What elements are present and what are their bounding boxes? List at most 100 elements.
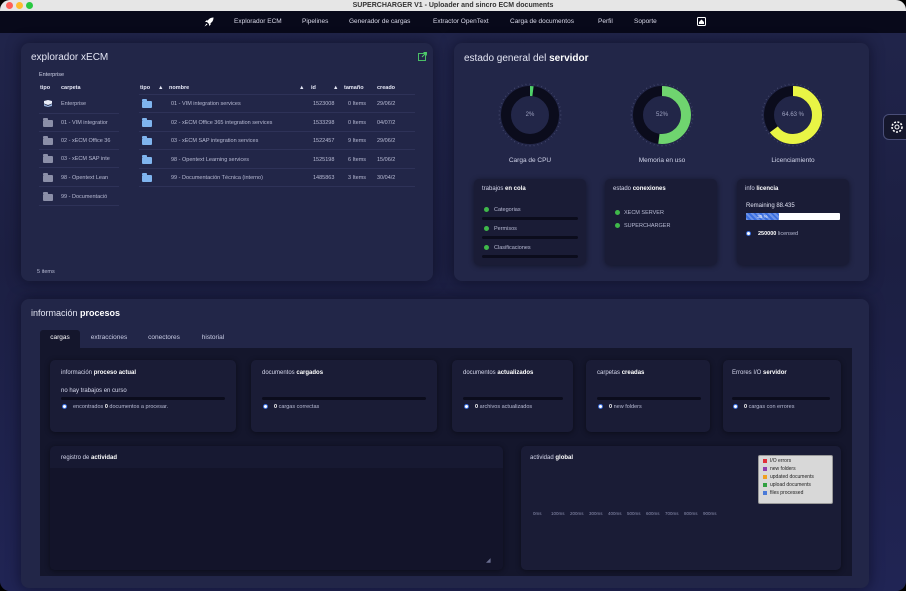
legend-files-processed[interactable]: files processed bbox=[770, 490, 803, 496]
divider bbox=[139, 112, 415, 113]
connections-title: estado conexiones bbox=[613, 186, 666, 192]
status-dot bbox=[615, 210, 620, 215]
chart-legend: I/O errors new folders updated documents… bbox=[758, 455, 833, 504]
nav-carga-de-documentos[interactable]: Carga de documentos bbox=[510, 11, 574, 33]
gauge-tick bbox=[820, 126, 823, 128]
server-status-panel: estado general del servidor 2% Carga de … bbox=[454, 43, 869, 281]
row-id: 1485863 bbox=[313, 175, 335, 181]
legend-swatch-files-processed bbox=[763, 491, 767, 495]
gauge-tick bbox=[780, 142, 782, 145]
gauge-tick bbox=[517, 142, 519, 145]
processes-title-prefix: información bbox=[31, 308, 81, 318]
radio-icon bbox=[62, 404, 67, 409]
gauge-tick bbox=[763, 126, 766, 128]
gauge-tick bbox=[673, 85, 675, 88]
sort-up-icon[interactable]: ▲ bbox=[299, 85, 304, 91]
server-errors-title-prefix: Errores I/O bbox=[732, 370, 764, 376]
nav-soporte[interactable]: Soporte bbox=[634, 11, 657, 33]
gauge-tick bbox=[544, 140, 546, 143]
connections-title-bold: conexiones bbox=[632, 186, 666, 192]
sort-up-icon[interactable]: ▲ bbox=[158, 85, 163, 91]
folder-icon bbox=[43, 154, 53, 163]
gauge-tick bbox=[807, 140, 809, 143]
row-id: 1522457 bbox=[313, 138, 335, 144]
home-icon[interactable] bbox=[696, 16, 707, 27]
divider bbox=[139, 168, 415, 169]
row-nombre: 98 - Opentext Learning services bbox=[171, 157, 249, 163]
tab-conectores[interactable]: conectores bbox=[140, 330, 188, 346]
settings-button[interactable] bbox=[883, 114, 906, 140]
gauge-tick bbox=[680, 89, 682, 92]
nav-explorador-ecm[interactable]: Explorador ECM bbox=[234, 11, 282, 33]
connections-title-prefix: estado bbox=[613, 186, 633, 192]
gauge-tick bbox=[551, 92, 553, 94]
gauge-tick bbox=[680, 138, 682, 141]
tree-item-01[interactable]: 01 - VIM integratior bbox=[61, 120, 119, 126]
tab-cargas[interactable]: cargas bbox=[40, 330, 80, 348]
global-activity-title: actividad global bbox=[530, 455, 573, 461]
legend-io-errors[interactable]: I/O errors bbox=[770, 458, 791, 464]
gauge-tick bbox=[676, 87, 678, 90]
gauge-tick bbox=[683, 136, 685, 138]
tree-item-02[interactable]: 02 - xECM Office 36 bbox=[61, 138, 119, 144]
table-header-creado[interactable]: creado bbox=[377, 85, 395, 91]
radio-icon bbox=[263, 404, 268, 409]
divider bbox=[139, 149, 415, 150]
nav-generador-de-cargas[interactable]: Generador de cargas bbox=[349, 11, 410, 33]
gauge-tick bbox=[804, 85, 806, 88]
tab-extracciones[interactable]: extracciones bbox=[85, 330, 133, 346]
updated-label: archivos actualizados bbox=[479, 404, 533, 410]
rocket-icon[interactable] bbox=[203, 16, 215, 28]
legend-upload-documents[interactable]: upload documents bbox=[770, 482, 811, 488]
breadcrumb[interactable]: Enterprise bbox=[39, 72, 64, 78]
table-header-tipo[interactable]: tipo bbox=[140, 85, 150, 91]
created-folders-title-bold: creadas bbox=[621, 370, 645, 376]
legend-updated-documents[interactable]: updated documents bbox=[770, 474, 814, 480]
x-tick-label: 100ms bbox=[551, 511, 565, 516]
activity-log-textarea[interactable] bbox=[50, 468, 503, 570]
tree-item-98[interactable]: 98 - Opentext Lean bbox=[61, 175, 119, 181]
folder-icon bbox=[142, 155, 152, 164]
current-process-card: información proceso actual no hay trabaj… bbox=[50, 360, 236, 432]
main-content: explorador xECM Enterprise tipo carpeta … bbox=[0, 33, 906, 591]
sort-up-icon[interactable]: ▲ bbox=[333, 85, 338, 91]
tab-historial[interactable]: historial bbox=[193, 330, 233, 346]
tree-item-enterprise[interactable]: Enterprise bbox=[61, 101, 86, 107]
updated-docs-count: 0 archivos actualizados bbox=[475, 404, 532, 410]
global-activity-title-bold: global bbox=[555, 455, 574, 461]
tree-item-03[interactable]: 03 - xECM SAP inte bbox=[61, 156, 119, 162]
table-header-id[interactable]: id bbox=[311, 85, 316, 91]
gauge-tick bbox=[639, 136, 641, 138]
license-progress-track: 35 % bbox=[746, 213, 840, 220]
server-errors-card: Errores I/O servidor 0 cargas con errore… bbox=[723, 360, 841, 432]
row-creado: 30/04/2 bbox=[377, 175, 396, 181]
table-header-tamano[interactable]: tamaño bbox=[344, 85, 364, 91]
table-header-nombre[interactable]: nombre bbox=[169, 85, 189, 91]
divider bbox=[139, 186, 415, 187]
activity-log-title-bold: actividad bbox=[91, 455, 118, 461]
resize-handle-icon[interactable]: ◢ bbox=[486, 557, 491, 564]
cpu-gauge-value: 2% bbox=[525, 112, 535, 118]
license-title-bold: licencia bbox=[756, 186, 779, 192]
legend-new-folders[interactable]: new folders bbox=[770, 466, 796, 472]
gauge-tick bbox=[632, 126, 635, 128]
gear-icon bbox=[891, 121, 903, 133]
gauge-tick bbox=[811, 89, 813, 92]
gauge-tick bbox=[514, 87, 516, 90]
nav-pipelines[interactable]: Pipelines bbox=[302, 11, 328, 33]
gauge-tick bbox=[773, 138, 775, 141]
license-title-prefix: info bbox=[745, 186, 757, 192]
tree-item-99[interactable]: 99 - Documentació bbox=[61, 194, 119, 200]
open-external-icon[interactable] bbox=[418, 52, 427, 61]
server-title-prefix: estado general del bbox=[464, 53, 550, 64]
top-navbar: Explorador ECM Pipelines Generador de ca… bbox=[0, 11, 906, 33]
uploaded-docs-title-bold: cargados bbox=[296, 370, 324, 376]
x-tick-label: 300ms bbox=[589, 511, 603, 516]
gauge-tick bbox=[510, 89, 512, 92]
nav-perfil[interactable]: Perfil bbox=[598, 11, 613, 33]
licensed-count: 250000 bbox=[758, 231, 777, 237]
found-prefix: encontrados bbox=[73, 404, 105, 410]
nav-extractor-opentext[interactable]: Extractor OpenText bbox=[433, 11, 489, 33]
memory-gauge-value: 52% bbox=[655, 112, 668, 118]
gauge-tick bbox=[541, 142, 543, 145]
